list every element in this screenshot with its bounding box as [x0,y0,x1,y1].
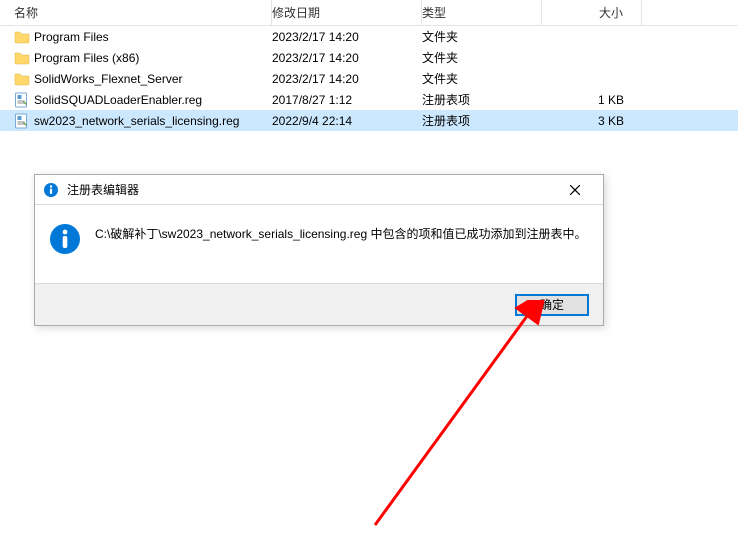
dialog-titlebar: 注册表编辑器 [35,175,603,205]
cell-type: 注册表项 [422,112,542,129]
cell-size: 1 KB [542,93,642,107]
cell-name: SolidWorks_Flexnet_Server [0,71,272,87]
column-header-size[interactable]: 大小 [542,0,642,25]
dialog-footer: 确定 [35,283,603,325]
cell-size: 3 KB [542,114,642,128]
cell-name: sw2023_network_serials_licensing.reg [0,113,272,129]
cell-name: Program Files (x86) [0,50,272,66]
folder-icon [14,50,30,66]
cell-type: 文件夹 [422,49,542,66]
file-name: SolidSQUADLoaderEnabler.reg [34,93,202,107]
dialog-title-text: 注册表编辑器 [67,181,139,198]
column-header-row: 名称 修改日期 类型 大小 [0,0,738,26]
dialog-body: C:\破解补丁\sw2023_network_serials_licensing… [35,205,603,283]
column-header-type[interactable]: 类型 [422,0,542,25]
column-header-name[interactable]: 名称 [0,0,272,25]
table-row[interactable]: SolidWorks_Flexnet_Server 2023/2/17 14:20… [0,68,738,89]
file-name: SolidWorks_Flexnet_Server [34,72,183,86]
registry-editor-dialog: 注册表编辑器 C:\破解补丁\sw2023_network_serials_li… [34,174,604,326]
file-name: Program Files [34,30,109,44]
table-row[interactable]: sw2023_network_serials_licensing.reg 2022… [0,110,738,131]
cell-date: 2022/9/4 22:14 [272,114,422,128]
table-row[interactable]: Program Files 2023/2/17 14:20文件夹 [0,26,738,47]
cell-name: Program Files [0,29,272,45]
cell-type: 注册表项 [422,91,542,108]
table-row[interactable]: Program Files (x86) 2023/2/17 14:20文件夹 [0,47,738,68]
cell-name: SolidSQUADLoaderEnabler.reg [0,92,272,108]
close-icon [570,185,580,195]
info-icon [43,182,59,198]
folder-icon [14,29,30,45]
table-row[interactable]: SolidSQUADLoaderEnabler.reg 2017/8/27 1:1… [0,89,738,110]
file-name: Program Files (x86) [34,51,139,65]
cell-date: 2017/8/27 1:12 [272,93,422,107]
column-header-date[interactable]: 修改日期 [272,0,422,25]
cell-date: 2023/2/17 14:20 [272,72,422,86]
cell-date: 2023/2/17 14:20 [272,30,422,44]
folder-icon [14,71,30,87]
cell-type: 文件夹 [422,70,542,87]
info-icon [49,223,81,255]
cell-date: 2023/2/17 14:20 [272,51,422,65]
regfile-icon [14,113,30,129]
ok-button[interactable]: 确定 [515,294,589,316]
annotation-arrow [350,300,570,530]
regfile-icon [14,92,30,108]
dialog-message: C:\破解补丁\sw2023_network_serials_licensing… [95,223,587,263]
cell-type: 文件夹 [422,28,542,45]
file-name: sw2023_network_serials_licensing.reg [34,114,239,128]
file-list: 名称 修改日期 类型 大小 Program Files 2023/2/17 14:… [0,0,738,131]
close-button[interactable] [555,178,595,202]
